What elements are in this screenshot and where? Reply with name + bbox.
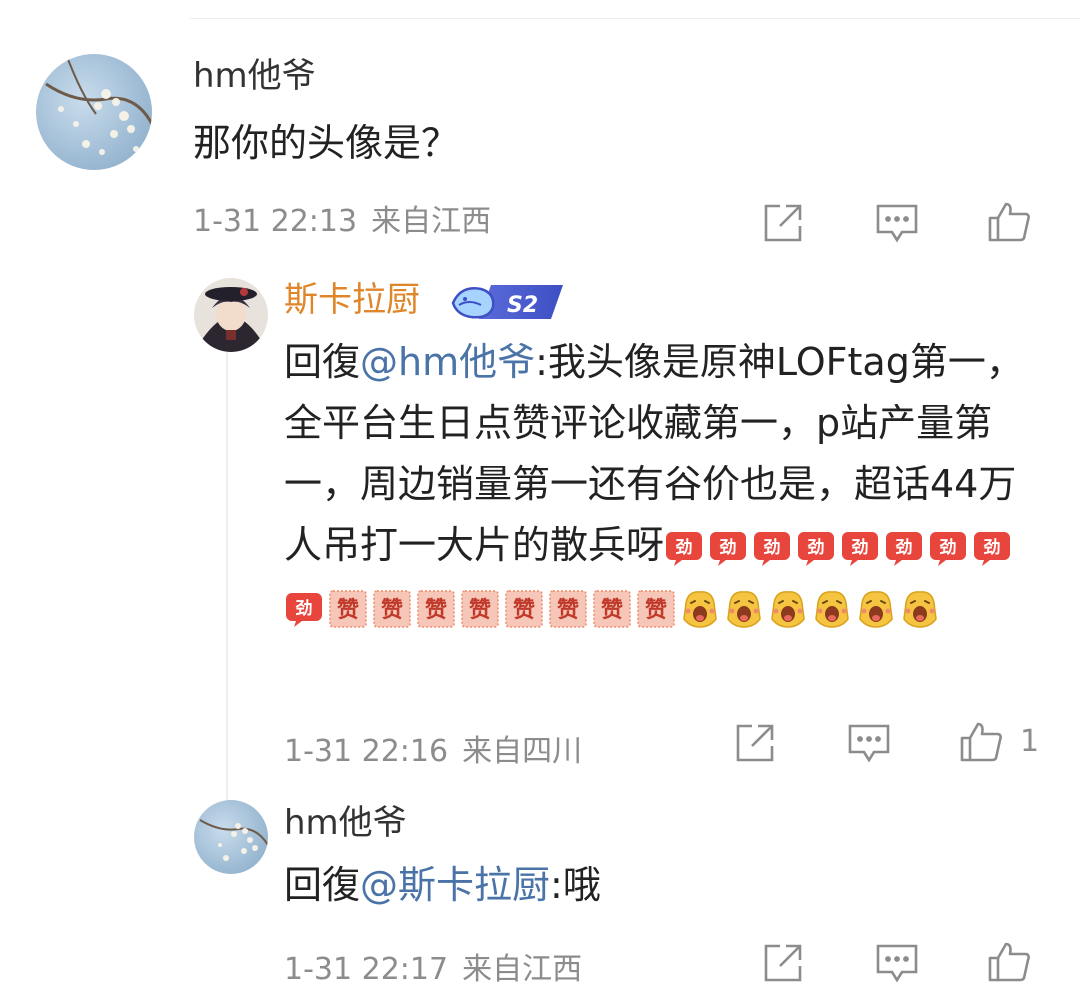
share-icon[interactable] — [760, 200, 806, 246]
jin-sticker-icon: 劲 — [842, 531, 879, 566]
jin-sticker-icon: 劲 — [974, 531, 1011, 566]
zan-sticker-icon: 赞 — [593, 589, 631, 628]
zan-sticker-icon: 赞 — [637, 589, 675, 628]
laughing-face-icon — [859, 590, 893, 628]
svg-text:劲: 劲 — [939, 538, 957, 558]
zan-sticker-icon: 赞 — [505, 589, 543, 628]
laughing-face-icon — [815, 590, 849, 628]
zan-sticker-icon: 赞 — [373, 589, 411, 628]
reply-text: 回復@斯卡拉厨:哦 — [284, 855, 601, 916]
jin-sticker-icon: 劲 — [710, 531, 747, 566]
jin-sticker-icon: 劲 — [286, 592, 322, 627]
zan-sticker-icon: 赞 — [329, 589, 367, 628]
badge-label: S2 — [507, 293, 538, 318]
thumbs-up-icon[interactable] — [958, 718, 1004, 764]
zan-sticker-icon: 赞 — [549, 589, 587, 628]
svg-text:劲: 劲 — [895, 538, 913, 558]
share-icon[interactable] — [760, 940, 806, 986]
location: 来自江西 — [371, 204, 492, 239]
svg-text:劲: 劲 — [983, 538, 1001, 558]
comment-icon[interactable] — [874, 200, 920, 246]
timestamp: 1-31 22:16 — [284, 734, 449, 769]
location: 来自四川 — [462, 734, 583, 769]
reply-text: 回復@hm他爷:我头像是原神LOFtag第一，全平台生日点赞评论收藏第一，p站产… — [284, 332, 1054, 637]
s2-membership-badge: S2 — [451, 281, 567, 327]
jin-sticker-icon: 劲 — [798, 531, 835, 566]
comment-icon[interactable] — [846, 720, 892, 766]
thread-line — [226, 352, 228, 800]
avatar[interactable] — [194, 278, 268, 352]
comment-meta: 1-31 22:16 来自四川 — [284, 732, 582, 772]
svg-text:赞: 赞 — [336, 598, 359, 623]
svg-text:赞: 赞 — [380, 598, 403, 623]
avatar[interactable] — [36, 54, 152, 170]
mention-link[interactable]: @斯卡拉厨 — [360, 863, 550, 907]
laughing-face-icon — [727, 590, 761, 628]
jin-sticker-icon: 劲 — [666, 531, 703, 566]
jin-sticker-icon: 劲 — [754, 531, 791, 566]
avatar[interactable] — [194, 800, 268, 874]
laughing-face-icon — [903, 590, 937, 628]
mention-link[interactable]: @hm他爷 — [360, 340, 535, 384]
reply-prefix: 回復 — [284, 340, 361, 384]
location: 来自江西 — [462, 952, 583, 987]
svg-text:赞: 赞 — [556, 598, 579, 623]
svg-text:劲: 劲 — [851, 538, 869, 558]
jin-sticker-icon: 劲 — [886, 531, 923, 566]
thumbs-up-icon[interactable] — [986, 198, 1032, 244]
svg-text:劲: 劲 — [295, 599, 313, 619]
svg-text:劲: 劲 — [807, 538, 825, 558]
laughing-face-icon — [683, 590, 717, 628]
username[interactable]: 斯卡拉厨 — [284, 280, 420, 320]
svg-text:赞: 赞 — [600, 598, 623, 623]
svg-text:劲: 劲 — [719, 538, 737, 558]
timestamp: 1-31 22:13 — [193, 204, 358, 239]
share-icon[interactable] — [732, 720, 778, 766]
svg-text:赞: 赞 — [644, 598, 667, 623]
svg-text:赞: 赞 — [424, 598, 447, 623]
like-count: 1 — [1020, 724, 1040, 759]
comment-text: 那你的头像是？ — [193, 121, 460, 165]
username[interactable]: hm他爷 — [193, 56, 316, 96]
thumbs-up-icon[interactable] — [986, 938, 1032, 984]
svg-text:赞: 赞 — [468, 598, 491, 623]
zan-sticker-icon: 赞 — [417, 589, 455, 628]
timestamp: 1-31 22:17 — [284, 952, 449, 987]
reply-body: :哦 — [550, 863, 601, 907]
svg-text:劲: 劲 — [675, 538, 693, 558]
comment-meta: 1-31 22:17 来自江西 — [284, 950, 582, 990]
zan-sticker-icon: 赞 — [461, 589, 499, 628]
jin-sticker-icon: 劲 — [930, 531, 967, 566]
reply-prefix: 回復 — [284, 863, 361, 907]
svg-text:劲: 劲 — [763, 538, 781, 558]
svg-text:赞: 赞 — [512, 598, 535, 623]
comment-icon[interactable] — [874, 940, 920, 986]
comment-meta: 1-31 22:13 来自江西 — [193, 202, 491, 242]
laughing-face-icon — [771, 590, 805, 628]
username[interactable]: hm他爷 — [284, 803, 407, 843]
top-divider — [190, 0, 1080, 19]
